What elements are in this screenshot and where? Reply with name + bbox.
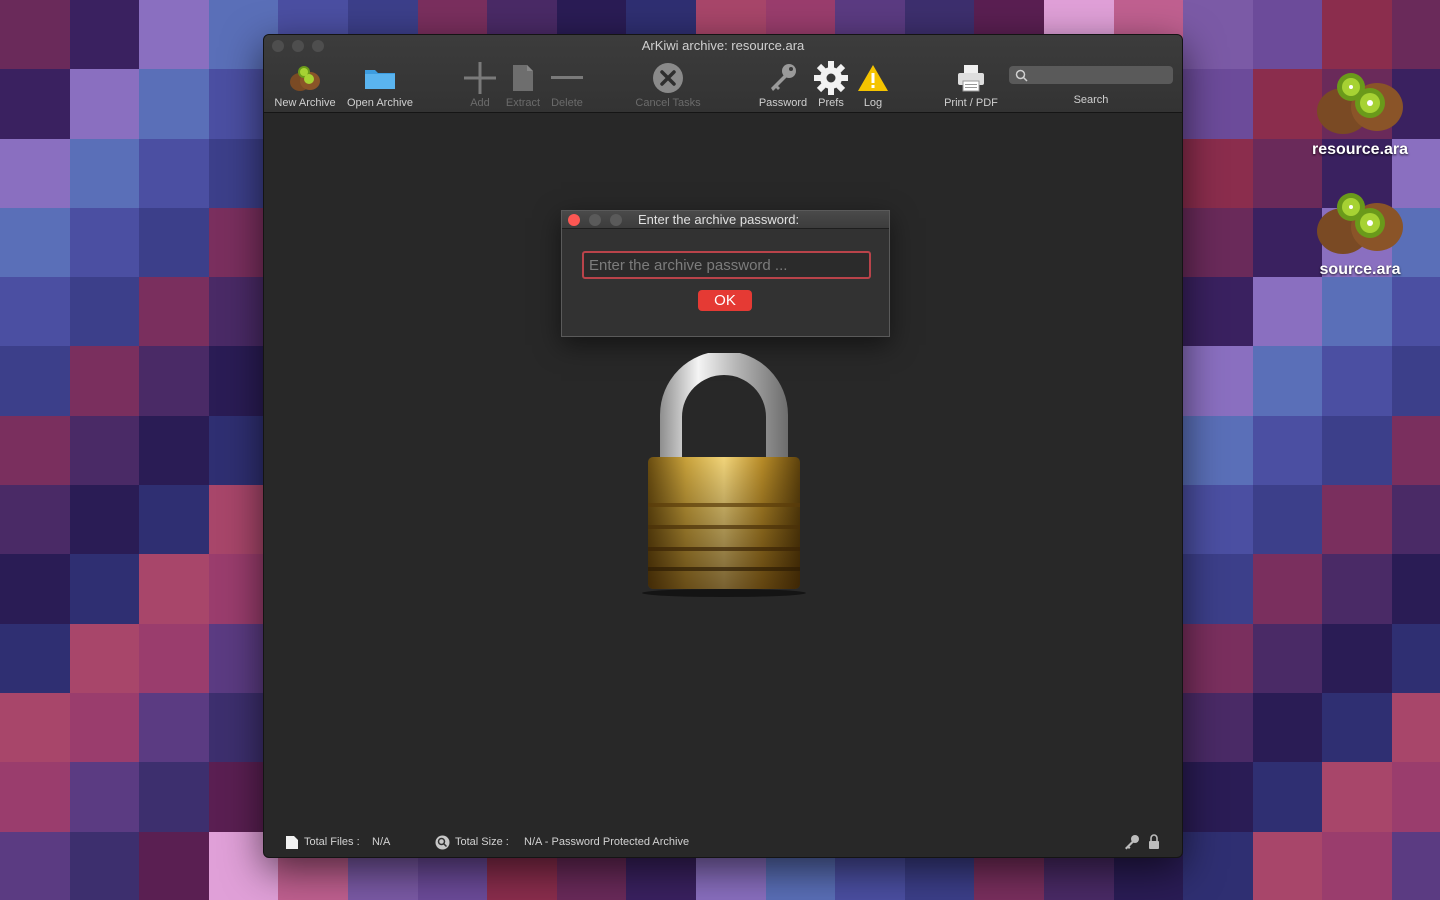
key-icon[interactable] [1124, 834, 1140, 850]
archive-window: ArKiwi archive: resource.ara New Archive… [263, 34, 1183, 858]
dialog-titlebar: Enter the archive password: [562, 211, 889, 229]
cancel-tasks-label: Cancel Tasks [635, 97, 701, 109]
desktop-icon-label: source.ara [1319, 261, 1401, 278]
delete-label: Delete [551, 97, 583, 109]
dialog-title: Enter the archive password: [638, 212, 800, 227]
search-input[interactable] [1009, 66, 1173, 84]
lock-icon[interactable] [1148, 834, 1160, 850]
desktop-icon-resource[interactable]: resource.ara [1300, 67, 1420, 159]
status-bar: Total Files : N/A Total Size : N/A - Pas… [264, 829, 1182, 857]
kiwi-archive-icon [1315, 187, 1405, 257]
search-icon [1015, 69, 1028, 82]
dialog-minimize-button[interactable] [589, 214, 601, 226]
minus-icon [551, 76, 583, 79]
total-files-value: N/A [372, 836, 391, 848]
plus-icon [464, 62, 496, 94]
desktop-icon-label: resource.ara [1311, 141, 1409, 158]
extract-button[interactable]: Extract [502, 59, 544, 109]
log-label: Log [863, 97, 883, 109]
ok-button[interactable]: OK [698, 290, 752, 311]
dialog-zoom-button[interactable] [610, 214, 622, 226]
password-field[interactable] [582, 251, 871, 279]
desktop-icon-source[interactable]: source.ara [1300, 187, 1420, 279]
open-archive-button[interactable]: Open Archive [344, 59, 416, 109]
prefs-button[interactable]: Prefs [812, 59, 850, 109]
gear-icon [814, 61, 848, 95]
window-title: ArKiwi archive: resource.ara [641, 38, 805, 53]
key-icon [771, 64, 796, 91]
file-icon [286, 836, 298, 849]
printer-icon [958, 65, 984, 92]
password-dialog: Enter the archive password: OK [561, 210, 890, 337]
extract-label: Extract [505, 97, 541, 109]
delete-button[interactable]: Delete [546, 59, 588, 109]
kiwi-icon [290, 66, 320, 91]
cancel-tasks-button[interactable]: Cancel Tasks [628, 59, 708, 109]
warning-icon [858, 65, 888, 91]
print-pdf-button[interactable]: Print / PDF [936, 59, 1006, 109]
new-archive-label: New Archive [274, 97, 336, 109]
cancel-icon [653, 63, 683, 93]
password-label: Password [758, 97, 808, 109]
total-files-label: Total Files : [304, 836, 360, 848]
toolbar: ArKiwi archive: resource.ara New Archive… [264, 35, 1182, 113]
total-size-value: N/A - Password Protected Archive [524, 836, 690, 848]
kiwi-archive-icon [1315, 67, 1405, 137]
add-button[interactable]: Add [460, 59, 500, 109]
magnifier-icon [435, 835, 450, 850]
dialog-close-button[interactable] [568, 214, 580, 226]
padlock-icon [642, 353, 806, 597]
prefs-label: Prefs [818, 97, 844, 109]
print-pdf-label: Print / PDF [944, 97, 998, 109]
total-size-label: Total Size : [455, 836, 509, 848]
password-button[interactable]: Password [754, 59, 812, 109]
new-archive-button[interactable]: New Archive [269, 59, 341, 109]
folder-icon [365, 70, 395, 89]
add-label: Add [470, 97, 490, 109]
search-label: Search [1073, 94, 1109, 106]
dialog-window-controls [568, 214, 622, 226]
open-archive-label: Open Archive [346, 97, 414, 109]
document-icon [513, 65, 533, 91]
log-button[interactable]: Log [854, 59, 892, 109]
